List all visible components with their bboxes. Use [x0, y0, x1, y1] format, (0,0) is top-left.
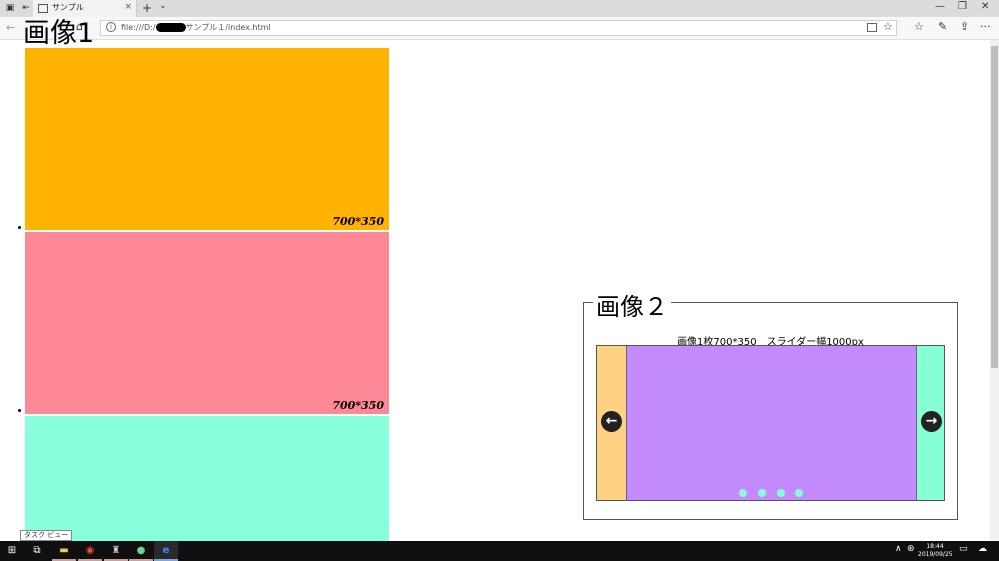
- list-bullet: [18, 409, 21, 412]
- heading-image-2: 画像２: [593, 287, 671, 322]
- address-bar: ← i file:///D:/サンプル１/index.html ☆ ☆ ✎ ⇪ …: [0, 17, 999, 40]
- slide-pink: 700*350: [25, 232, 389, 414]
- slider-dot-3[interactable]: [777, 489, 785, 497]
- image-slider: ← →: [596, 345, 945, 501]
- weather-cloud-icon[interactable]: ☁: [978, 544, 987, 554]
- clock-time: 18:44: [926, 543, 944, 550]
- url-text: file:///D:/サンプル１/index.html: [121, 23, 271, 32]
- slider-dot-1[interactable]: [739, 489, 747, 497]
- slide-mint: [25, 416, 389, 541]
- clock-date: 2019/09/25: [918, 551, 953, 558]
- task-view-icon[interactable]: ⧉: [25, 541, 49, 561]
- reading-view-icon[interactable]: [867, 23, 877, 32]
- chrome-icon[interactable]: ◉: [78, 541, 102, 561]
- slide-current: [626, 346, 917, 500]
- tray-chevron-up-icon[interactable]: ∧: [895, 544, 902, 554]
- globe-app-icon[interactable]: ●: [129, 541, 153, 561]
- home-icon[interactable]: ⌂: [76, 20, 83, 33]
- tab-close-icon[interactable]: ×: [124, 2, 132, 12]
- slide-size-label: 700*350: [332, 399, 384, 412]
- slide-size-label: 700*350: [332, 215, 384, 228]
- notes-pen-icon[interactable]: ✎: [938, 20, 947, 33]
- share-icon[interactable]: ⇪: [960, 20, 969, 33]
- notification-icon[interactable]: ▭: [959, 544, 968, 554]
- favorite-star-icon[interactable]: ☆: [883, 20, 893, 33]
- favorites-icon[interactable]: ☆: [914, 20, 924, 33]
- new-tab-button[interactable]: +: [142, 0, 152, 16]
- heading-image-1: 画像1: [23, 18, 95, 49]
- taskbar-clock[interactable]: 18:44 2019/09/25: [918, 543, 953, 559]
- url-field[interactable]: i file:///D:/サンプル１/index.html ☆: [100, 20, 897, 36]
- scrollbar-thumb[interactable]: [991, 46, 998, 368]
- tab-actions-icon[interactable]: ▣: [3, 2, 17, 15]
- slider-dot-4[interactable]: [795, 489, 803, 497]
- windows-start-icon[interactable]: ⊞: [0, 541, 24, 561]
- info-icon[interactable]: i: [106, 22, 116, 32]
- slide-orange: 700*350: [25, 48, 389, 230]
- redacted-path: [155, 23, 186, 32]
- next-arrow-icon[interactable]: →: [921, 411, 942, 432]
- slider-dot-2[interactable]: [758, 489, 766, 497]
- close-window-button[interactable]: ✕: [981, 1, 989, 12]
- game-app-icon[interactable]: ♜: [104, 541, 128, 561]
- file-explorer-icon[interactable]: ▬: [52, 541, 76, 561]
- tab-bar: ▣ ⇤ サンプル × + ⌄ — ❐ ✕: [0, 0, 999, 17]
- more-menu-icon[interactable]: ···: [980, 20, 991, 33]
- tab-list-chevron-icon[interactable]: ⌄: [159, 1, 167, 11]
- task-view-tooltip: タスク ビュー: [20, 530, 73, 541]
- tray-app-icon[interactable]: ⊛: [907, 544, 915, 554]
- minimize-button[interactable]: —: [935, 1, 945, 12]
- back-arrow-icon[interactable]: ←: [6, 21, 15, 34]
- prev-arrow-icon[interactable]: ←: [601, 411, 622, 432]
- restore-button[interactable]: ❐: [958, 1, 967, 12]
- edge-icon[interactable]: e: [154, 541, 178, 561]
- list-bullet: [18, 226, 21, 229]
- taskbar: ⊞ ⧉ ▬ ◉ ♜ ● e ∧ ⊛ 18:44 2019/09/25 ▭ ☁: [0, 541, 999, 561]
